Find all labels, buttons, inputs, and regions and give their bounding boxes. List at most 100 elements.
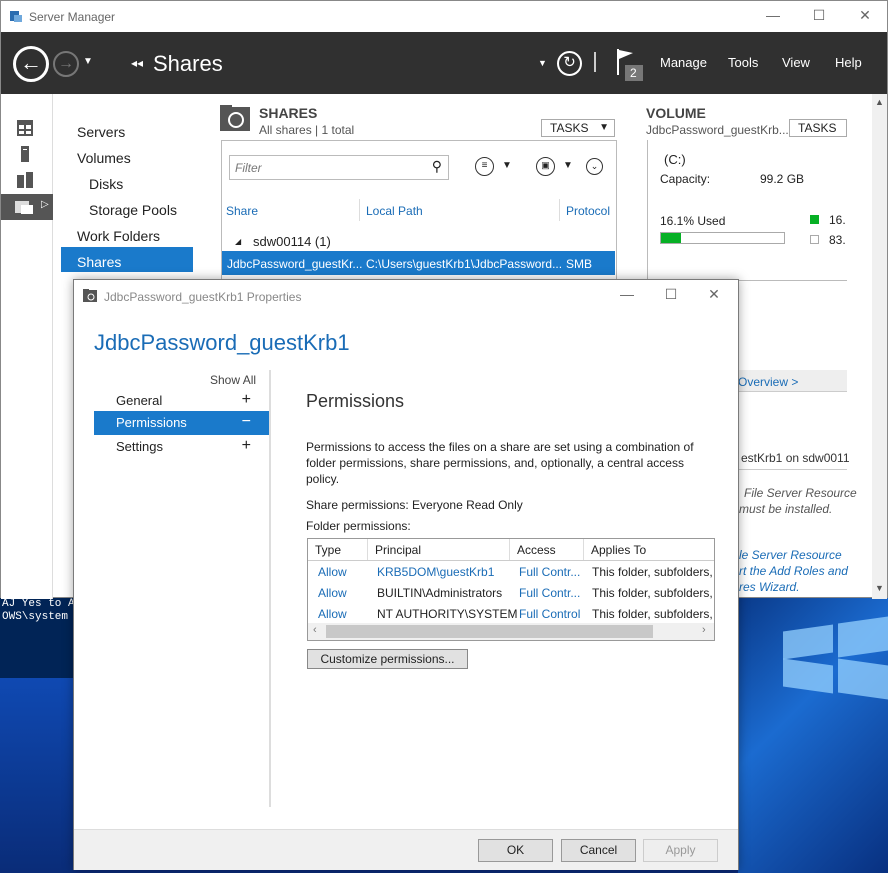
expand-collapse-icon[interactable]: ⌄ [586,158,603,175]
legend-used-value: 16. [829,213,846,227]
server-manager-app-icon [9,9,23,23]
customize-permissions-button[interactable]: Customize permissions... [307,649,468,669]
ok-button[interactable]: OK [478,839,553,862]
table-row[interactable]: Allow KRB5DOM\guestKrb1 Full Contr... Th… [308,561,714,582]
properties-dialog: JdbcPassword_guestKrb1 Properties — ☐ ✕ … [73,279,739,870]
column-header-principal[interactable]: Principal [368,539,510,560]
dialog-maximize-button[interactable]: ☐ [656,286,686,306]
usage-bar [660,232,785,244]
local-server-icon [21,146,29,165]
rail-local-server[interactable] [1,142,53,168]
section-permissions[interactable]: Permissions − [94,411,269,435]
maximize-button[interactable]: ☐ [804,7,834,27]
windows-logo-wallpaper [738,598,888,873]
breadcrumb: Shares [153,51,223,76]
wizard-link-line2[interactable]: rt the Add Roles and [739,564,848,578]
vertical-scrollbar[interactable]: ▲ ▼ [872,94,887,599]
usage-bar-fill [661,233,681,243]
column-header-access[interactable]: Access [510,539,584,560]
cell-applies-to: This folder, subfolders, [592,586,713,600]
scroll-right-icon: › [702,624,706,636]
column-header-type[interactable]: Type [308,539,368,560]
section-general[interactable]: General + [94,389,269,413]
nav-item-shares[interactable]: Shares [77,254,121,270]
section-label: Permissions [116,415,187,430]
table-row[interactable]: Allow NT AUTHORITY\SYSTEM Full Control T… [308,603,714,624]
back-button[interactable]: ← [13,46,49,82]
refresh-dropdown-icon[interactable]: ▼ [538,58,547,68]
title-bar: Server Manager — ☐ ✕ [1,1,887,32]
menu-tools[interactable]: Tools [728,55,758,70]
refresh-icon: ↻ [563,54,576,71]
dialog-header: JdbcPassword_guestKrb1 [94,330,350,355]
dialog-close-button[interactable]: ✕ [699,286,729,306]
show-all-link[interactable]: Show All [210,373,256,387]
group-collapse-icon[interactable]: ◢ [235,237,241,246]
wizard-link-line1[interactable]: le Server Resource [739,548,842,562]
close-button[interactable]: ✕ [850,7,880,27]
forward-button[interactable]: → [53,51,79,77]
menu-help[interactable]: Help [835,55,862,70]
overview-link[interactable]: Overview > [738,375,798,389]
section-label: General [116,393,163,408]
tasks-label: TASKS [550,121,589,135]
column-header-protocol[interactable]: Protocol [566,204,610,218]
list-options-button[interactable]: ≡ ▼ [475,157,515,177]
column-header-share[interactable]: Share [226,204,258,218]
folder-permissions-table: Type Principal Access Applies To Allow K… [307,538,715,641]
filter-input[interactable]: Filter ⚲ [229,155,449,180]
nav-item-disks[interactable]: Disks [89,176,123,192]
shares-tasks-button[interactable]: TASKS ▼ [541,119,615,137]
refresh-button[interactable]: ↻ [557,51,582,76]
chevron-down-icon: ▼ [502,160,512,171]
wizard-link-line3[interactable]: res Wizard. [739,580,800,594]
share-permissions-text: Share permissions: Everyone Read Only [306,498,523,512]
tasks-label: TASKS [798,121,837,135]
save-query-button[interactable]: ▣ ▼ [536,157,576,177]
cell-type: Allow [318,565,347,579]
column-header-applies-to[interactable]: Applies To [584,539,714,560]
table-row[interactable]: Allow BUILTIN\Administrators Full Contr.… [308,582,714,603]
column-header-local-path[interactable]: Local Path [366,204,423,218]
nav-item-volumes[interactable]: Volumes [77,150,131,166]
legend-free-swatch [810,235,819,244]
horizontal-scrollbar[interactable]: ‹ › [308,623,714,640]
column-divider [559,199,560,221]
dialog-app-icon [83,289,99,306]
history-dropdown-icon[interactable]: ▼ [83,56,93,67]
minimize-button[interactable]: — [758,7,788,27]
section-settings[interactable]: Settings + [94,435,269,459]
nav-item-servers[interactable]: Servers [77,124,125,140]
all-servers-icon [17,172,33,191]
rail-dashboard[interactable] [1,116,53,142]
collapse-minus-icon: − [241,413,251,430]
expand-plus-icon: + [241,437,251,454]
row-local-path: C:\Users\guestKrb1\JdbcPassword... [366,257,563,271]
nav-item-storage-pools[interactable]: Storage Pools [89,202,177,218]
dialog-minimize-button[interactable]: — [612,286,642,306]
rail-file-storage-services[interactable]: ▷ [1,194,53,220]
menu-view[interactable]: View [782,55,810,70]
volume-tasks-button[interactable]: TASKS [789,119,847,137]
rail-all-servers[interactable] [1,168,53,194]
cell-access: Full Contr... [519,586,581,600]
nav-item-work-folders[interactable]: Work Folders [77,228,160,244]
notifications-flag-icon[interactable]: 2 [615,47,645,81]
scroll-up-icon: ▲ [875,97,884,107]
dialog-title: JdbcPassword_guestKrb1 Properties [104,290,302,304]
volume-heading: VOLUME [646,105,706,121]
apply-button[interactable]: Apply [643,839,718,862]
legend-used-swatch [810,215,819,224]
window-title: Server Manager [29,10,116,24]
cancel-button[interactable]: Cancel [561,839,636,862]
scrollbar-thumb[interactable] [326,625,653,638]
cell-access: Full Contr... [519,565,581,579]
back-arrow-icon: ← [20,50,42,75]
menu-manage[interactable]: Manage [660,55,707,70]
table-row-selected[interactable]: JdbcPassword_guestKr... C:\Users\guestKr… [222,251,615,275]
console-line: OWS\system [2,611,69,623]
shares-panel-icon [220,105,252,134]
quota-text: estKrb1 on sdw0011 [741,451,850,465]
fsr-line2: must be installed. [739,502,833,516]
shares-heading: SHARES [259,105,318,121]
